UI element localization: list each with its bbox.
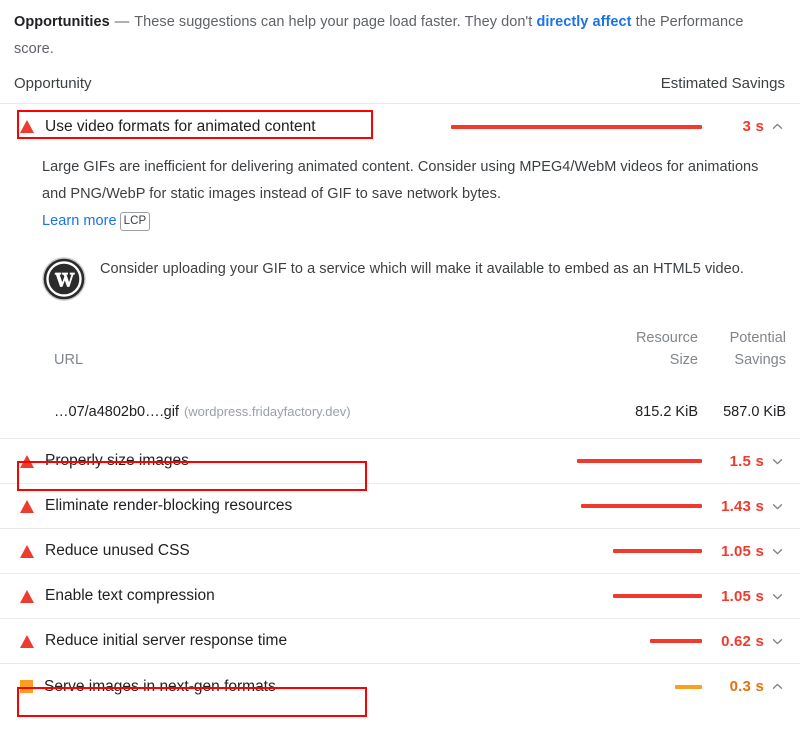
wordpress-logo-icon — [42, 257, 86, 301]
details-header-potential-savings: Potential Savings — [698, 327, 786, 378]
resource-size-line1: Resource — [635, 330, 698, 346]
audit-row-title: Reduce initial server response time — [45, 632, 288, 649]
chevron-up-icon[interactable] — [764, 680, 790, 693]
chevron-down-icon[interactable] — [764, 545, 790, 558]
audit-row[interactable]: Enable text compression 1.05 s — [0, 574, 800, 619]
details-cell-url: …07/a4802b0….gif (wordpress.fridayfactory… — [42, 378, 610, 424]
audit-row[interactable]: Reduce initial server response time 0.62 … — [0, 619, 800, 664]
warning-triangle-icon — [20, 499, 34, 513]
audit-row-savings: 1.05 s — [613, 588, 790, 605]
audit-row-savings: 0.62 s — [650, 633, 790, 650]
audit-row-title-group: Serve images in next-gen formats — [20, 678, 276, 696]
audit-row-savings: 1.5 s — [577, 453, 790, 470]
resource-url: …07/a4802b0….gif — [54, 404, 179, 420]
audit-row-title: Eliminate render-blocking resources — [45, 497, 293, 514]
savings-bar — [451, 124, 702, 129]
audit-row[interactable]: Eliminate render-blocking resources 1.43 … — [0, 484, 800, 529]
details-header-url: URL — [54, 352, 84, 368]
warning-triangle-icon — [20, 120, 34, 133]
audit-details-table: URL Resource Size Potential Savings …07/… — [42, 327, 786, 424]
stack-pack: Consider uploading your GIF to a service… — [42, 256, 786, 301]
audit-header[interactable]: Use video formats for animated content 3… — [0, 104, 800, 149]
audit-use-video-formats: Use video formats for animated content 3… — [0, 104, 800, 439]
savings-value: 1.43 s — [721, 497, 764, 515]
chevron-down-icon[interactable] — [764, 500, 790, 513]
savings-value: 1.05 s — [721, 542, 764, 560]
audit-row-title-group: Reduce initial server response time — [20, 632, 287, 650]
audit-row-savings: 1.05 s — [613, 543, 790, 560]
chevron-down-icon[interactable] — [764, 455, 790, 468]
directly-affect-link[interactable]: directly affect — [536, 14, 631, 30]
warning-triangle-icon — [20, 544, 34, 558]
audit-list: Properly size images 1.5 s Eliminate rende… — [0, 439, 800, 709]
section-title: Opportunities — [14, 14, 110, 30]
learn-more-link[interactable]: Learn more — [42, 213, 117, 229]
audit-row-savings: 0.3 s — [675, 678, 790, 695]
audit-row-title-group: Reduce unused CSS — [20, 542, 190, 560]
warning-square-icon — [20, 680, 33, 693]
potential-savings-line1: Potential — [729, 330, 786, 346]
audit-row[interactable]: Serve images in next-gen formats 0.3 s — [0, 664, 800, 709]
intro-text-before: These suggestions can help your page loa… — [134, 14, 533, 30]
table-column-header: Opportunity Estimated Savings — [0, 63, 800, 104]
audit-savings: 3 s — [451, 118, 790, 135]
warning-triangle-icon — [20, 634, 34, 648]
savings-bar — [675, 684, 702, 689]
resource-host: (wordpress.fridayfactory.dev) — [183, 404, 351, 419]
savings-bar — [581, 504, 702, 508]
chevron-down-icon[interactable] — [764, 590, 790, 603]
audit-title: Use video formats for animated content — [45, 117, 316, 135]
savings-value: 0.62 s — [721, 632, 764, 650]
column-header-estimated-savings: Estimated Savings — [660, 75, 785, 92]
audit-row-savings: 1.43 s — [581, 498, 790, 515]
column-header-opportunity: Opportunity — [14, 75, 92, 92]
audit-row[interactable]: Properly size images 1.5 s — [0, 439, 800, 484]
savings-value: 1.05 s — [721, 587, 764, 605]
savings-bar — [650, 639, 702, 643]
opportunities-intro: Opportunities — These suggestions can help… — [0, 0, 800, 63]
details-header-resource-size: Resource Size — [610, 327, 698, 378]
audit-body: Large GIFs are inefficient for deliverin… — [0, 149, 800, 438]
potential-savings-line2: Savings — [734, 352, 786, 368]
warning-triangle-icon — [20, 454, 34, 468]
audit-row-title: Reduce unused CSS — [45, 542, 190, 559]
chevron-up-icon[interactable] — [764, 120, 790, 133]
chevron-down-icon[interactable] — [764, 635, 790, 648]
savings-bar — [613, 549, 702, 553]
audit-row-title: Serve images in next-gen formats — [44, 677, 276, 695]
audit-row-title: Properly size images — [45, 452, 189, 469]
audit-title-group: Use video formats for animated content — [20, 118, 316, 136]
savings-value: 3 s — [742, 118, 764, 135]
audit-row[interactable]: Reduce unused CSS 1.05 s — [0, 529, 800, 574]
details-header-row: URL Resource Size Potential Savings — [42, 327, 786, 378]
details-cell-potential-savings: 587.0 KiB — [723, 404, 786, 420]
details-cell-resource-size: 815.2 KiB — [635, 404, 698, 420]
audit-row-title-group: Eliminate render-blocking resources — [20, 497, 292, 515]
savings-bar — [613, 594, 702, 598]
resource-size-line2: Size — [669, 352, 698, 368]
savings-value: 0.3 s — [729, 678, 764, 695]
savings-bar — [577, 459, 702, 463]
audit-description: Large GIFs are inefficient for deliverin… — [42, 159, 759, 202]
intro-dash: — — [114, 14, 130, 30]
table-row: …07/a4802b0….gif (wordpress.fridayfactory… — [42, 378, 786, 424]
stack-pack-text: Consider uploading your GIF to a service… — [100, 261, 744, 277]
metric-badge-lcp: LCP — [119, 212, 151, 231]
savings-value: 1.5 s — [729, 452, 764, 470]
audit-row-title: Enable text compression — [45, 587, 215, 604]
audit-row-title-group: Properly size images — [20, 452, 189, 470]
audit-row-title-group: Enable text compression — [20, 587, 215, 605]
audit-description-block: Large GIFs are inefficient for deliverin… — [42, 154, 772, 235]
warning-triangle-icon — [20, 589, 34, 603]
